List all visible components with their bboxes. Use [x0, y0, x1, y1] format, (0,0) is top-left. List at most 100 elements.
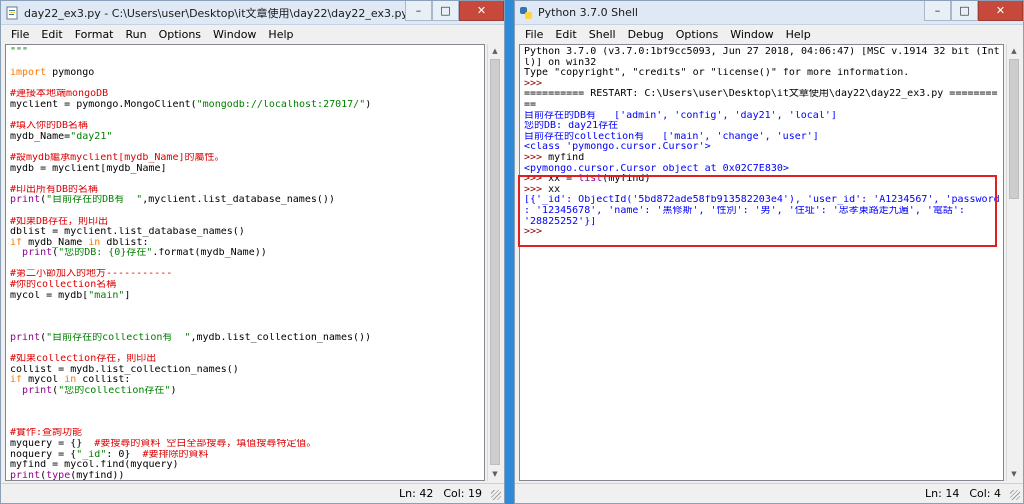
code-token: mydb_Name= [10, 131, 71, 142]
minimize-button[interactable]: – [405, 1, 432, 21]
code-line: myfind = mycol.find(myquery) [10, 460, 480, 471]
editor-status-line: Ln: 42 [399, 487, 434, 500]
python-file-icon [6, 6, 18, 19]
code-line: mycol = mydb["main"] [10, 291, 480, 302]
code-line: <class 'pymongo.cursor.Cursor'> [524, 142, 999, 153]
menu-window[interactable]: Window [724, 28, 779, 41]
code-line: Python 3.7.0 (v3.7.0:1bf9cc5093, Jun 27 … [524, 47, 999, 58]
scroll-down-arrow-icon[interactable]: ▼ [488, 467, 502, 481]
menu-edit[interactable]: Edit [35, 28, 68, 41]
scroll-thumb[interactable] [490, 59, 500, 465]
close-button[interactable]: ✕ [978, 1, 1023, 21]
menu-help[interactable]: Help [262, 28, 299, 41]
menu-debug[interactable]: Debug [622, 28, 670, 41]
menu-edit[interactable]: Edit [549, 28, 582, 41]
code-token: "目前存在的DB有 " [46, 195, 143, 206]
code-line: == [524, 100, 999, 111]
maximize-button[interactable]: □ [432, 1, 459, 21]
resize-grip-icon[interactable] [1010, 490, 1020, 500]
editor-text-area[interactable]: """ import pymongo #連接本地端mongoDB myclient… [5, 44, 485, 481]
minimize-button[interactable]: – [924, 1, 951, 21]
code-token: in [88, 237, 101, 248]
code-line: <pymongo.cursor.Cursor object at 0x02C7E… [524, 164, 999, 175]
scroll-thumb[interactable] [1009, 59, 1019, 199]
menu-run[interactable]: Run [120, 28, 153, 41]
editor-status-col: Col: 19 [443, 487, 482, 500]
menu-help[interactable]: Help [780, 28, 817, 41]
menu-window[interactable]: Window [207, 28, 262, 41]
editor-statusbar: Ln: 42 Col: 19 [1, 483, 504, 503]
code-token: ] [124, 290, 131, 301]
shell-titlebar[interactable]: Python 3.7.0 Shell – □ ✕ [515, 1, 1023, 25]
code-token: mydb = myclient[mydb_Name] [10, 163, 167, 174]
resize-grip-icon[interactable] [491, 490, 501, 500]
code-token: ,myclient.list_database_names()) [142, 195, 335, 206]
code-token: collist = mydb.list_collection_names() [10, 364, 239, 375]
code-token: "您的DB: {0}存在" [58, 248, 153, 259]
code-line: #連接本地端mongoDB [10, 89, 480, 100]
code-token: "main" [88, 290, 125, 301]
menu-file[interactable]: File [519, 28, 549, 41]
menu-format[interactable]: Format [69, 28, 120, 41]
shell-vertical-scrollbar[interactable]: ▲ ▼ [1006, 44, 1020, 481]
shell-menubar: File Edit Shell Debug Options Window Hel… [515, 25, 1023, 43]
code-token: #設mydb繼承myclient[mydb_Name]的屬性。 [10, 152, 225, 163]
editor-window[interactable]: day22_ex3.py - C:\Users\user\Desktop\it文… [0, 0, 505, 504]
editor-vertical-scrollbar[interactable]: ▲ ▼ [487, 44, 501, 481]
code-line: >>> myfind [524, 153, 999, 164]
scroll-down-arrow-icon[interactable]: ▼ [1007, 467, 1021, 481]
menu-options[interactable]: Options [153, 28, 207, 41]
code-line: #如果DB存在，則印出 [10, 217, 480, 228]
code-line: l)] on win32 [524, 58, 999, 69]
code-line: if mydb_Name in dblist: [10, 238, 480, 249]
code-line: noquery = {"_id": 0} #要排除的資料 [10, 450, 480, 461]
code-token: #實作:查詢功能 [10, 428, 83, 439]
close-button[interactable]: ✕ [459, 1, 504, 21]
code-token: myclient = pymongo.MongoClient( [10, 99, 197, 110]
code-token: print [22, 248, 53, 259]
code-token: mycol [22, 375, 65, 386]
code-token: "day21" [70, 131, 113, 142]
code-line: if mycol in collist: [10, 375, 480, 386]
maximize-button[interactable]: □ [951, 1, 978, 21]
code-line: mydb = myclient[mydb_Name] [10, 164, 480, 175]
code-token: type [46, 470, 71, 481]
code-token: """ [10, 47, 29, 57]
code-token: >>> [524, 78, 549, 89]
code-line: myclient = pymongo.MongoClient("mongodb:… [10, 100, 480, 111]
code-token: "mongodb://localhost:27017/" [196, 99, 366, 110]
code-line: print(type(myfind)) [10, 470, 480, 481]
code-token: #如果collection存在，則印出 [10, 354, 157, 365]
code-line: #如果collection存在，則印出 [10, 354, 480, 365]
shell-status-line: Ln: 14 [925, 487, 960, 500]
code-token: noquery = { [10, 449, 77, 460]
scroll-up-arrow-icon[interactable]: ▲ [1007, 44, 1021, 58]
code-token: #連接本地端mongoDB [10, 89, 109, 100]
code-token: ) [365, 99, 372, 110]
shell-window[interactable]: Python 3.7.0 Shell – □ ✕ File Edit Shell… [514, 0, 1024, 504]
scroll-up-arrow-icon[interactable]: ▲ [488, 44, 502, 58]
menu-file[interactable]: File [5, 28, 35, 41]
code-line: import pymongo [10, 68, 480, 79]
code-token: #印出所有DB的名稱 [10, 184, 99, 195]
editor-titlebar[interactable]: day22_ex3.py - C:\Users\user\Desktop\it文… [1, 1, 504, 25]
code-line: collist = mydb.list_collection_names() [10, 365, 480, 376]
code-line: """ [10, 47, 480, 58]
code-line: print("目前存在的DB有 ",myclient.list_database… [10, 195, 480, 206]
code-line: #設mydb繼承myclient[mydb_Name]的屬性。 [10, 153, 480, 164]
shell-status-col: Col: 4 [969, 487, 1001, 500]
menu-shell[interactable]: Shell [583, 28, 622, 41]
code-token: ========== RESTART: C:\Users\user\Deskto… [524, 89, 998, 100]
menu-options[interactable]: Options [670, 28, 724, 41]
shell-text-area[interactable]: Python 3.7.0 (v3.7.0:1bf9cc5093, Jun 27 … [519, 44, 1004, 481]
code-token: >>> [524, 152, 549, 163]
code-line: >>> [524, 79, 999, 90]
code-token: #要搜尋的資料 空白全部搜尋，填值搜尋特定值。 [94, 438, 317, 449]
code-token: print [22, 386, 53, 396]
code-line: dblist = myclient.list_database_names() [10, 227, 480, 238]
